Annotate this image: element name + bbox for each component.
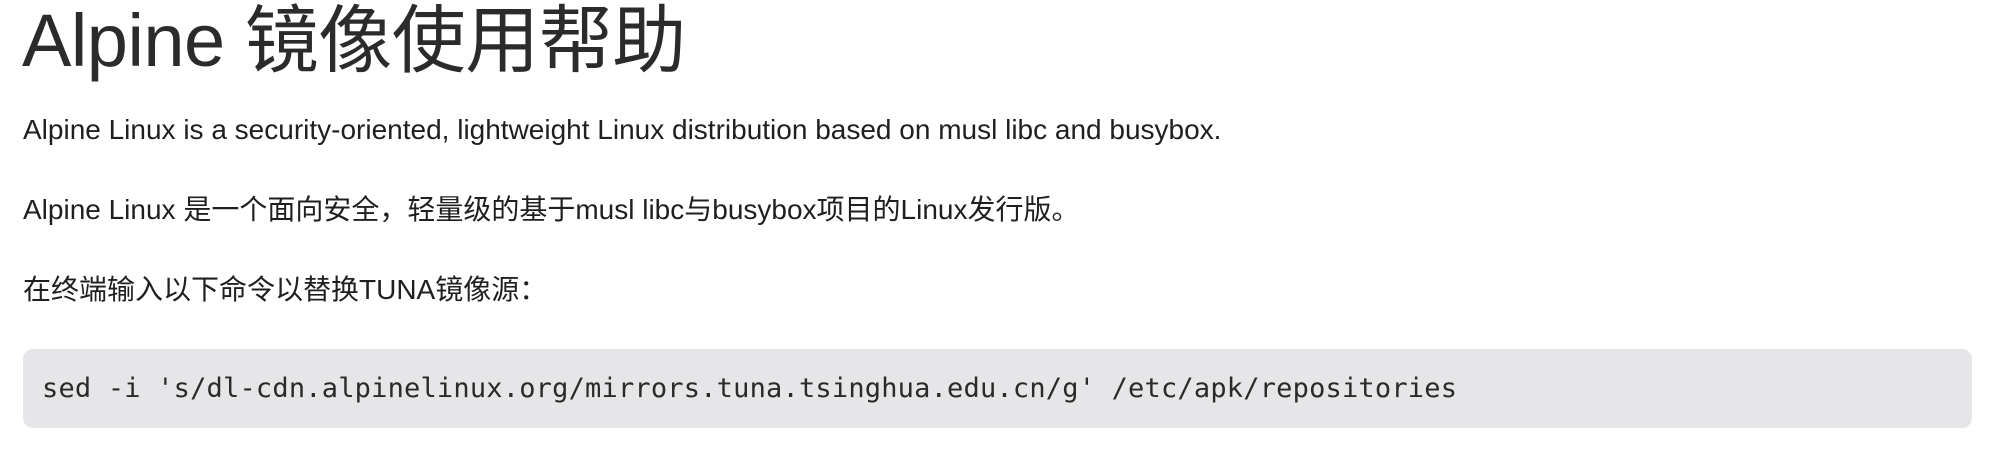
- intro-paragraph-chinese: Alpine Linux 是一个面向安全，轻量级的基于musl libc与bus…: [23, 194, 1080, 225]
- code-block[interactable]: sed -i 's/dl-cdn.alpinelinux.org/mirrors…: [23, 349, 1972, 428]
- code-command[interactable]: sed -i 's/dl-cdn.alpinelinux.org/mirrors…: [42, 373, 1457, 404]
- instruction-paragraph: 在终端输入以下命令以替换TUNA镜像源：: [23, 274, 548, 305]
- intro-paragraph-english: Alpine Linux is a security-oriented, lig…: [23, 114, 1222, 145]
- page-title: Alpine 镜像使用帮助: [22, 0, 686, 82]
